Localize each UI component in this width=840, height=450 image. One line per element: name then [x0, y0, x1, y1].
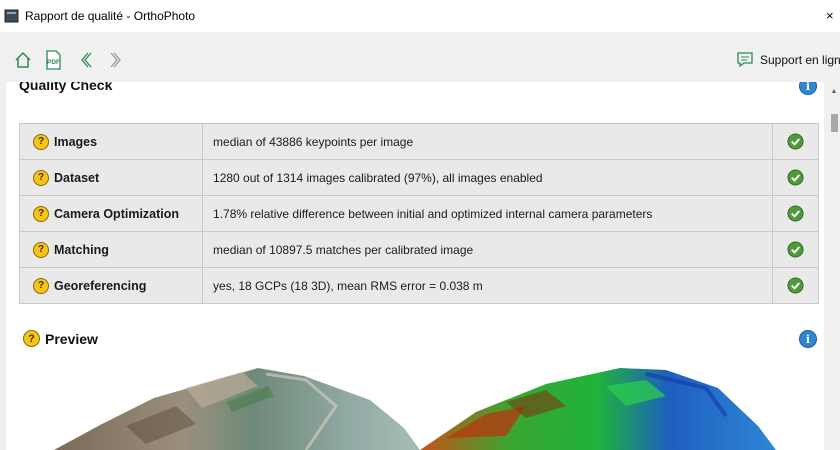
help-icon[interactable]: ? [33, 277, 49, 294]
table-row: ? Dataset 1280 out of 1314 images calibra… [18, 159, 819, 196]
support-link[interactable]: Support en ligne [736, 51, 840, 68]
forward-icon [110, 52, 121, 68]
back-icon [81, 52, 92, 68]
title-bar: Rapport de qualité - OrthoPhoto × [0, 0, 840, 32]
preview-title: Preview [45, 330, 98, 347]
close-button[interactable]: × [826, 8, 834, 23]
check-ok-icon [787, 241, 804, 258]
orthomosaic-preview [54, 368, 420, 450]
preview-info-icon[interactable]: i [799, 330, 817, 348]
check-ok-icon [787, 133, 804, 150]
row-name: Camera Optimization [54, 206, 180, 221]
row-name: Dataset [54, 170, 100, 185]
support-label: Support en ligne [760, 52, 840, 67]
row-name: Georeferencing [54, 278, 147, 293]
pdf-icon: PDF [46, 50, 61, 70]
scroll-thumb[interactable] [831, 114, 838, 132]
pdf-label: PDF [47, 59, 60, 66]
table-row: ? Images median of 43886 keypoints per im… [18, 123, 819, 160]
dsm-preview [420, 368, 776, 450]
app-icon [4, 9, 19, 26]
check-ok-icon [787, 169, 804, 186]
forward-button[interactable] [105, 49, 127, 71]
pdf-button[interactable]: PDF [42, 49, 64, 71]
row-name: Images [54, 134, 98, 149]
row-value: yes, 18 GCPs (18 3D), mean RMS error = 0… [202, 267, 774, 304]
report-content: Quality Check i ? Images median of 43886 … [6, 82, 824, 450]
quality-check-table: ? Images median of 43886 keypoints per im… [18, 123, 819, 304]
check-ok-icon [787, 205, 804, 222]
back-button[interactable] [75, 49, 97, 71]
chat-icon [737, 52, 753, 68]
scroll-up-icon[interactable]: ▲ [828, 84, 840, 98]
check-ok-icon [787, 277, 804, 294]
vertical-scrollbar[interactable]: ▲ [828, 82, 840, 450]
quality-check-title: Quality Check [19, 82, 113, 93]
help-icon[interactable]: ? [33, 205, 49, 222]
help-icon[interactable]: ? [33, 133, 49, 150]
row-value: median of 43886 keypoints per image [202, 123, 774, 160]
window-title: Rapport de qualité - OrthoPhoto [25, 9, 196, 23]
row-name: Matching [54, 242, 109, 257]
help-icon[interactable]: ? [33, 169, 49, 186]
quality-check-info-icon[interactable]: i [799, 82, 817, 95]
table-row: ? Matching median of 10897.5 matches per … [18, 231, 819, 268]
row-value: 1.78% relative difference between initia… [202, 195, 774, 232]
row-value: 1280 out of 1314 images calibrated (97%)… [202, 159, 774, 196]
home-icon [15, 52, 31, 68]
help-icon[interactable]: ? [33, 241, 49, 258]
preview-images [54, 368, 776, 450]
preview-header: ? Preview [23, 330, 98, 347]
toolbar: PDF Support en ligne [0, 32, 840, 82]
help-icon[interactable]: ? [23, 330, 40, 347]
table-row: ? Georeferencing yes, 18 GCPs (18 3D), me… [18, 267, 819, 304]
table-row: ? Camera Optimization 1.78% relative diff… [18, 195, 819, 232]
row-value: median of 10897.5 matches per calibrated… [202, 231, 774, 268]
home-button[interactable] [12, 49, 34, 71]
